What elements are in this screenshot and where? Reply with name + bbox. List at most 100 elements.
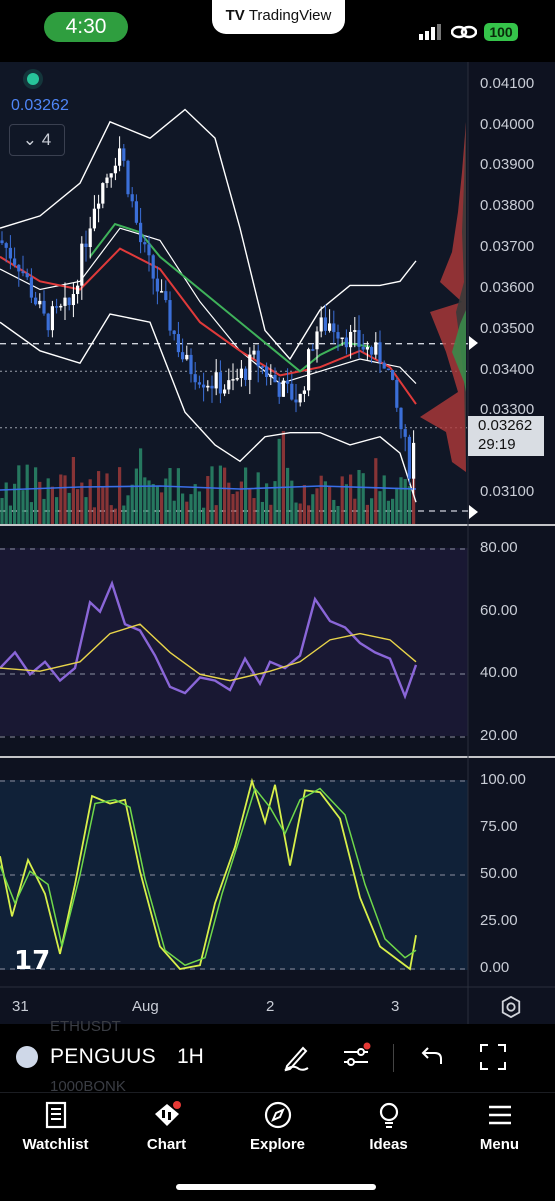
- rsi-axis-label: 80.00: [480, 539, 518, 556]
- indicators-sliders-icon[interactable]: [341, 1042, 371, 1072]
- volume-bar: [277, 438, 281, 524]
- tradingview-banner[interactable]: TV TradingView: [212, 0, 345, 34]
- price-marker-right: [469, 336, 478, 350]
- candle-body: [38, 300, 42, 305]
- volume-bar: [399, 477, 403, 524]
- stoch-axis-label: 100.00: [480, 771, 526, 788]
- candle-body: [139, 222, 143, 243]
- stoch-axis-label: 50.00: [480, 865, 518, 882]
- volume-bar: [34, 467, 38, 524]
- chart-candle-icon: [154, 1101, 181, 1126]
- candle-body: [353, 330, 357, 332]
- candle-body: [113, 165, 117, 174]
- candle-body: [256, 350, 260, 367]
- candle-body: [332, 323, 336, 333]
- volume-bar: [349, 474, 353, 524]
- bookmark-icon: [45, 1101, 66, 1129]
- candle-body: [218, 372, 222, 394]
- candle-body: [370, 347, 374, 355]
- candle-body: [59, 305, 63, 308]
- candle-body: [134, 201, 138, 223]
- candle-body: [239, 368, 243, 379]
- nav-chart[interactable]: Chart: [111, 1100, 222, 1160]
- volume-bar: [46, 478, 50, 524]
- nav-label: Menu: [479, 1136, 520, 1153]
- volume-bar: [55, 497, 59, 524]
- indicators-toggle-button[interactable]: ⌄ 4: [9, 124, 65, 156]
- stoch-axis-label: 25.00: [480, 912, 518, 929]
- volume-bar: [0, 498, 4, 524]
- toolbar-divider: [393, 1044, 394, 1072]
- candle-body: [84, 243, 88, 248]
- candle-body: [50, 306, 54, 331]
- candle-body: [0, 240, 4, 244]
- candle-body: [189, 354, 193, 375]
- price-axis-label: 0.04000: [480, 116, 535, 133]
- undo-icon[interactable]: [416, 1042, 446, 1072]
- candle-body: [147, 244, 151, 256]
- candle-body: [307, 349, 311, 391]
- volume-bar: [172, 500, 176, 524]
- candle-body: [92, 208, 96, 229]
- candle-body: [294, 399, 298, 403]
- candle-body: [130, 194, 134, 202]
- volume-bar: [176, 468, 180, 524]
- candle-body: [46, 313, 50, 331]
- candle-body: [29, 277, 33, 298]
- volume-bar: [122, 505, 126, 524]
- candle-body: [412, 442, 416, 479]
- volume-bar: [134, 468, 138, 524]
- nav-watchlist[interactable]: Watchlist: [0, 1100, 111, 1160]
- volume-bar: [374, 458, 378, 524]
- volume-bar: [323, 481, 327, 524]
- volume-bar: [8, 505, 12, 524]
- nav-ideas[interactable]: Ideas: [333, 1100, 444, 1160]
- chart-canvas[interactable]: [0, 62, 555, 1024]
- candle-body: [395, 379, 399, 408]
- candle-body: [97, 203, 101, 209]
- interval-selector[interactable]: 1H: [177, 1045, 204, 1069]
- volume-bar: [197, 491, 201, 524]
- candle-body: [126, 160, 130, 195]
- candle-body: [281, 380, 285, 397]
- fullscreen-icon[interactable]: [478, 1042, 508, 1072]
- nav-menu[interactable]: Menu: [444, 1100, 555, 1160]
- candle-body: [71, 294, 75, 306]
- volume-bar: [294, 502, 298, 524]
- candle-body: [248, 354, 252, 380]
- candle-body: [265, 366, 269, 378]
- app-name: TradingView: [248, 7, 332, 24]
- symbol-selector[interactable]: PENGUUS: [50, 1045, 156, 1069]
- volume-bar: [269, 504, 273, 524]
- time-label: 3: [391, 998, 400, 1015]
- candle-body: [386, 368, 390, 371]
- volume-bar: [76, 489, 80, 524]
- nav-explore[interactable]: Explore: [222, 1100, 333, 1160]
- candle-body: [311, 349, 315, 351]
- volume-bar: [71, 456, 75, 524]
- drawing-pen-icon[interactable]: [281, 1042, 311, 1072]
- candle-body: [374, 342, 378, 355]
- rsi-pane-bg: [0, 548, 468, 736]
- candle-body: [214, 372, 218, 389]
- bar-countdown: 29:19: [478, 436, 516, 453]
- candle-body: [340, 337, 344, 340]
- candle-body: [63, 297, 67, 306]
- price-marker-low: [469, 505, 478, 519]
- volume-bar: [84, 497, 88, 524]
- volume-bar: [210, 466, 214, 524]
- volume-bar: [113, 508, 117, 524]
- chart-settings-icon[interactable]: [500, 996, 522, 1018]
- candle-body: [151, 255, 155, 279]
- volume-bar: [63, 475, 67, 524]
- candle-body: [260, 366, 264, 368]
- volume-bar: [239, 481, 243, 524]
- volume-bar: [365, 504, 369, 524]
- candle-body: [42, 300, 46, 314]
- candle-body: [118, 148, 122, 166]
- candle-body: [55, 306, 59, 308]
- candle-body: [185, 354, 189, 360]
- volume-bar: [97, 471, 101, 524]
- indicators-count: 4: [41, 130, 52, 149]
- volume-bar: [340, 476, 344, 524]
